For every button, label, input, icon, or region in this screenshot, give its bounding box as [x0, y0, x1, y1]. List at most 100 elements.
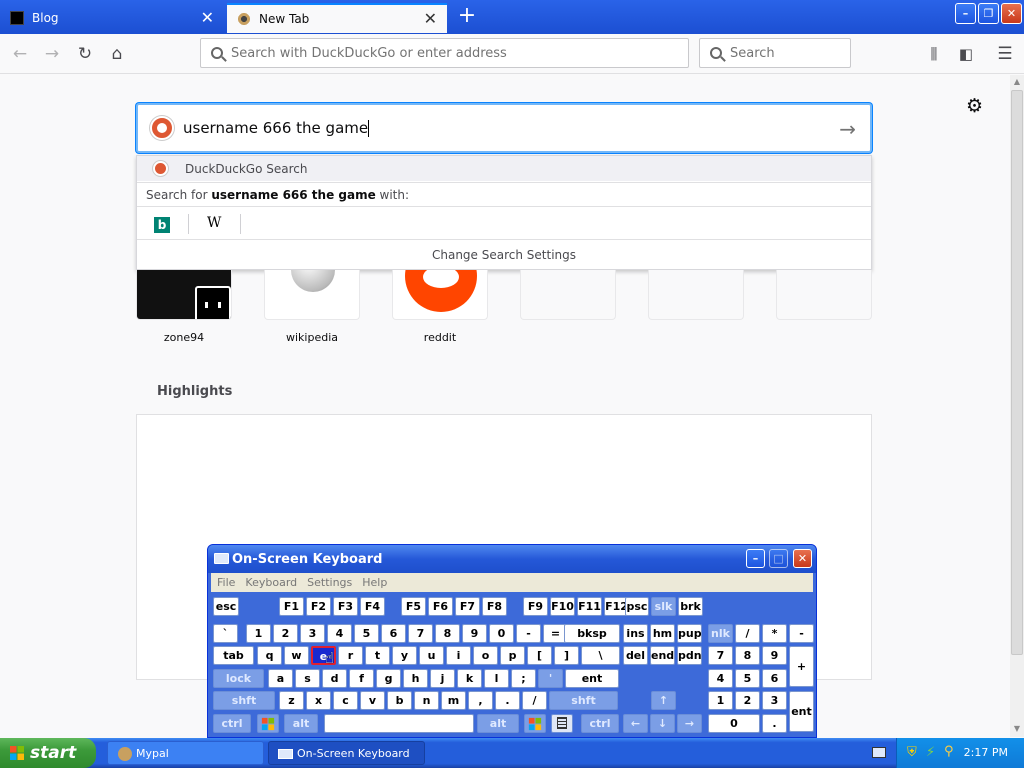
tab-new-tab[interactable]: New Tab ✕ — [227, 3, 447, 33]
osk-key-F7[interactable]: F7 — [455, 597, 480, 616]
osk-key-u8592[interactable]: ← — [623, 714, 648, 733]
osk-key-v[interactable]: v — [360, 691, 385, 710]
osk-key-ctrl[interactable]: ctrl — [213, 714, 251, 733]
osk-key-u93[interactable]: ] — [554, 646, 579, 665]
osk-key-u[interactable]: u — [419, 646, 444, 665]
scroll-up-icon[interactable]: ▲ — [1010, 75, 1024, 89]
osk-title-bar[interactable]: On-Screen Keyboard – □ ✕ — [208, 545, 816, 573]
scrollbar-thumb[interactable] — [1011, 90, 1023, 655]
osk-key-ent[interactable]: ent — [565, 669, 619, 688]
osk-key-ctrl[interactable]: ctrl — [581, 714, 619, 733]
bing-icon[interactable]: b — [154, 217, 170, 233]
scroll-down-icon[interactable]: ▼ — [1010, 722, 1024, 736]
osk-key-1[interactable]: 1 — [246, 624, 271, 643]
osk-key-7[interactable]: 7 — [708, 646, 733, 665]
osk-key-8[interactable]: 8 — [735, 646, 760, 665]
osk-key-n[interactable]: n — [414, 691, 439, 710]
osk-key-u96[interactable]: ` — [213, 624, 238, 643]
osk-key-z[interactable]: z — [279, 691, 304, 710]
library-icon[interactable]: ⫼ — [922, 42, 946, 66]
osk-key-u47[interactable]: / — [522, 691, 547, 710]
osk-key-pup[interactable]: pup — [677, 624, 702, 643]
osk-key-g[interactable]: g — [376, 669, 401, 688]
osk-key-t[interactable]: t — [365, 646, 390, 665]
osk-menu-file[interactable]: File — [217, 576, 235, 589]
osk-key-u46[interactable]: . — [495, 691, 520, 710]
close-tab-icon[interactable]: ✕ — [424, 11, 437, 27]
osk-key-F2[interactable]: F2 — [306, 597, 331, 616]
top-site-zone94[interactable] — [136, 270, 232, 320]
osk-key-y[interactable]: y — [392, 646, 417, 665]
osk-key-a[interactable]: a — [268, 669, 293, 688]
osk-key-F11[interactable]: F11 — [577, 597, 602, 616]
osk-key-F6[interactable]: F6 — [428, 597, 453, 616]
osk-key-u47[interactable]: / — [735, 624, 760, 643]
osk-key-u45[interactable]: - — [789, 624, 814, 643]
change-search-settings-button[interactable]: Change Search Settings — [137, 241, 871, 269]
osk-key-c[interactable]: c — [333, 691, 358, 710]
osk-key-menu[interactable] — [551, 714, 573, 733]
osk-minimize-button[interactable]: – — [746, 549, 765, 568]
minimize-button[interactable]: – — [955, 3, 976, 24]
osk-key-u8595[interactable]: ↓ — [650, 714, 675, 733]
osk-key-o[interactable]: o — [473, 646, 498, 665]
home-icon[interactable]: ⌂ — [105, 42, 129, 66]
osk-key-9[interactable]: 9 — [762, 646, 787, 665]
osk-key-3[interactable]: 3 — [300, 624, 325, 643]
osk-key-F3[interactable]: F3 — [333, 597, 358, 616]
taskbar-item-osk[interactable]: On-Screen Keyboard — [268, 741, 425, 765]
osk-key-psc[interactable]: psc — [625, 597, 649, 616]
taskbar-item-mypal[interactable]: Mypal — [107, 741, 264, 765]
top-site-reddit[interactable] — [392, 270, 488, 320]
osk-key-0[interactable]: 0 — [708, 714, 760, 733]
top-site-wikipedia[interactable] — [264, 270, 360, 320]
osk-key-9[interactable]: 9 — [462, 624, 487, 643]
go-arrow-icon[interactable]: → — [839, 117, 856, 141]
osk-menu-help[interactable]: Help — [362, 576, 387, 589]
osk-key-r[interactable]: r — [338, 646, 363, 665]
osk-menu-keyboard[interactable]: Keyboard — [245, 576, 297, 589]
osk-key-u39[interactable]: ' — [538, 669, 563, 688]
osk-key-f[interactable]: f — [349, 669, 374, 688]
osk-key-u8593[interactable]: ↑ — [651, 691, 676, 710]
osk-key-u44[interactable]: , — [468, 691, 493, 710]
osk-key-s[interactable]: s — [295, 669, 320, 688]
new-tab-button[interactable]: + — [456, 5, 478, 27]
osk-key-8[interactable]: 8 — [435, 624, 460, 643]
osk-key-k[interactable]: k — [457, 669, 482, 688]
osk-key-alt[interactable]: alt — [477, 714, 519, 733]
close-tab-icon[interactable]: ✕ — [201, 10, 214, 26]
forward-icon[interactable]: → — [40, 42, 64, 66]
osk-key-tab[interactable]: tab — [213, 646, 254, 665]
osk-key-3[interactable]: 3 — [762, 691, 787, 710]
osk-key-windows[interactable] — [257, 714, 279, 733]
osk-key-u42[interactable]: * — [762, 624, 787, 643]
osk-key-w[interactable]: w — [284, 646, 309, 665]
shield-icon[interactable]: ⛨ — [907, 745, 917, 760]
osk-key-shft[interactable]: shft — [549, 691, 618, 710]
osk-key-u92[interactable]: \ — [581, 646, 620, 665]
osk-key-u43[interactable]: + — [789, 646, 814, 687]
osk-key-u45[interactable]: - — [516, 624, 541, 643]
wikipedia-icon[interactable]: W — [207, 215, 221, 231]
osk-key-l[interactable]: l — [484, 669, 509, 688]
osk-key-j[interactable]: j — [430, 669, 455, 688]
osk-key-5[interactable]: 5 — [735, 669, 760, 688]
osk-key-end[interactable]: end — [650, 646, 675, 665]
osk-key-del[interactable]: del — [623, 646, 648, 665]
osk-key-i[interactable]: i — [446, 646, 471, 665]
osk-key-b[interactable]: b — [387, 691, 412, 710]
osk-key-ent[interactable]: ent — [789, 691, 814, 732]
newtab-search-input[interactable]: username 666 the game → — [136, 103, 872, 153]
osk-key-u59[interactable]: ; — [511, 669, 536, 688]
window-close-button[interactable]: ✕ — [1001, 3, 1022, 24]
osk-key-windows[interactable] — [524, 714, 546, 733]
osk-key-F4[interactable]: F4 — [360, 597, 385, 616]
osk-key-6[interactable]: 6 — [381, 624, 406, 643]
reload-icon[interactable]: ↻ — [73, 42, 97, 66]
osk-key-2[interactable]: 2 — [273, 624, 298, 643]
osk-key-h[interactable]: h — [403, 669, 428, 688]
tab-blog[interactable]: Blog ✕ — [0, 3, 224, 33]
osk-key-1[interactable]: 1 — [708, 691, 733, 710]
osk-key-space[interactable] — [324, 714, 474, 733]
